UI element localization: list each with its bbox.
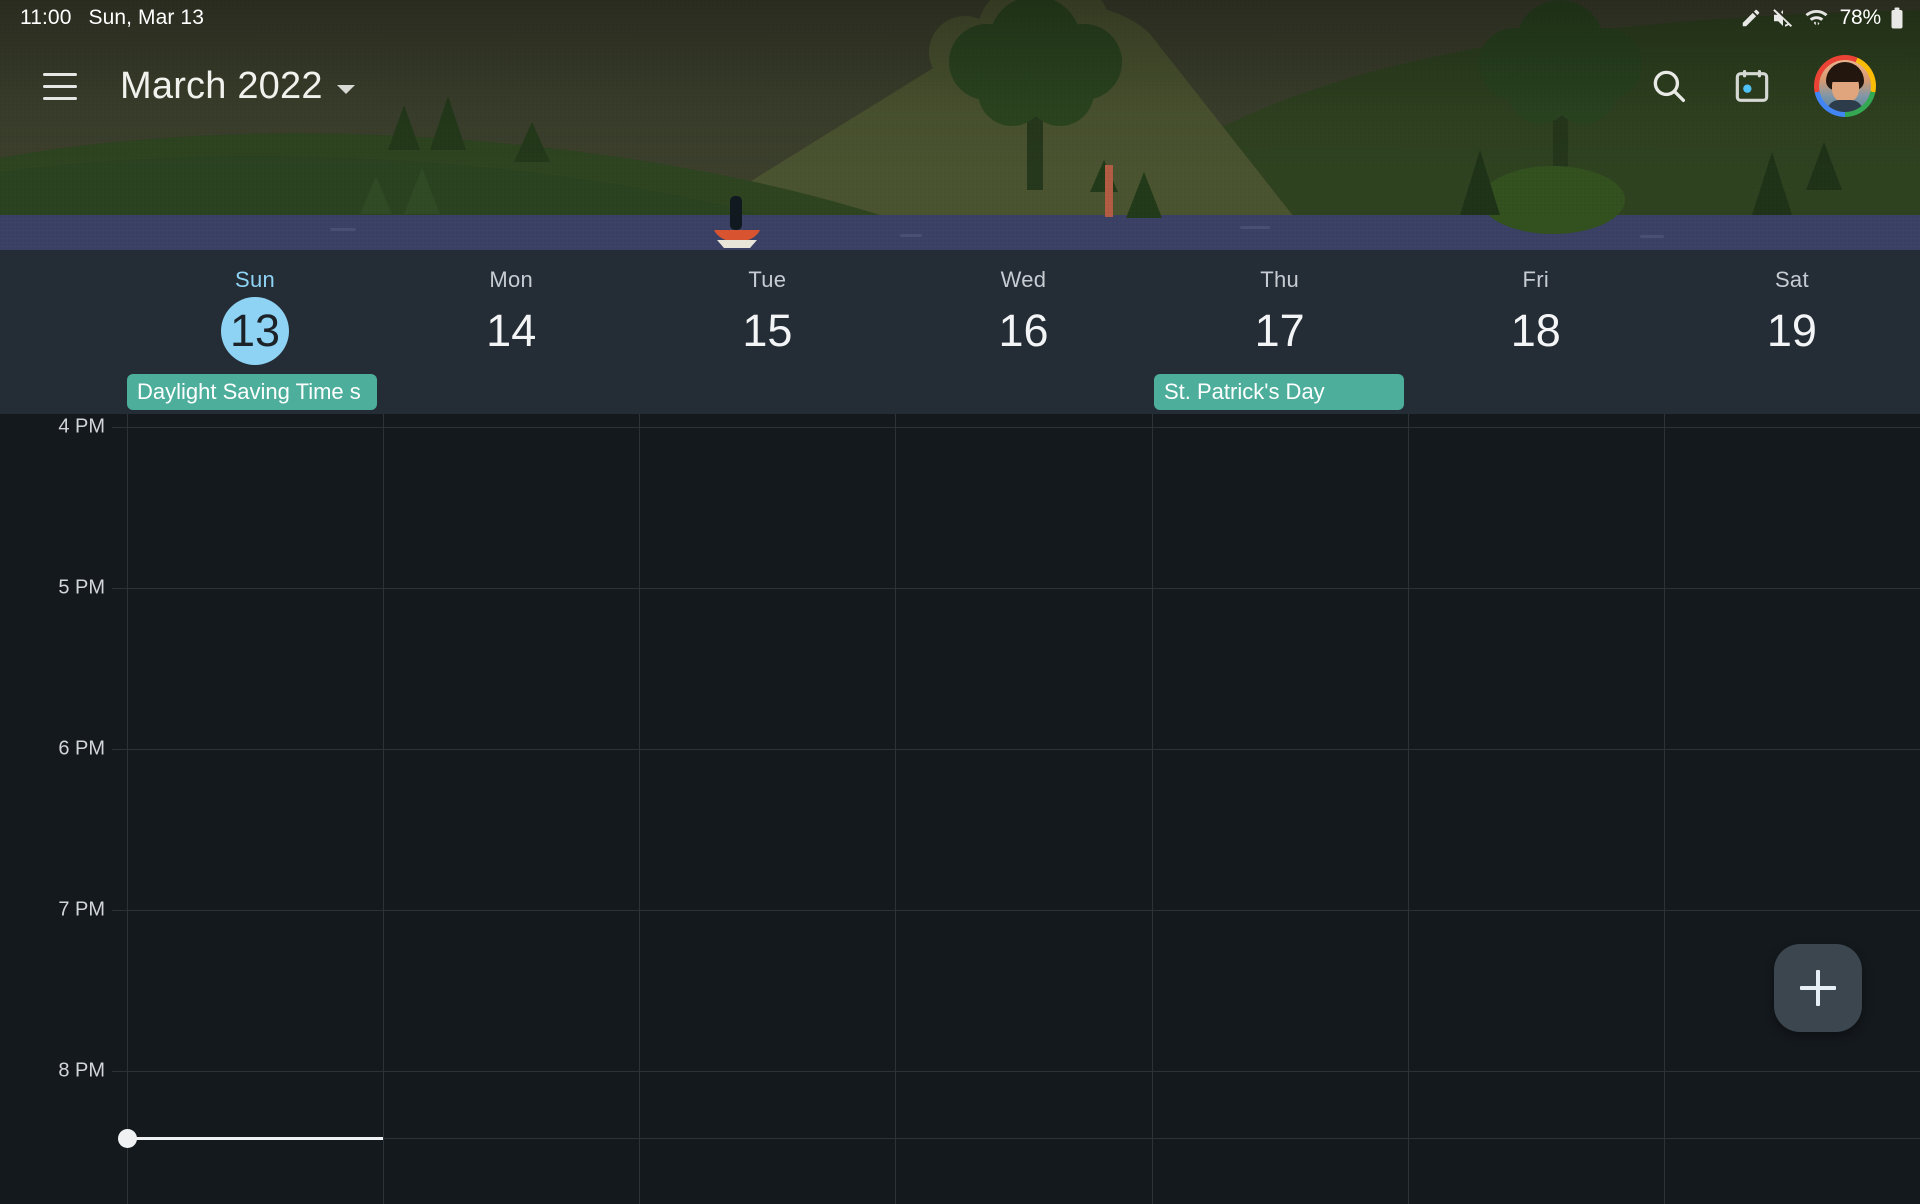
day-number: 18 (1510, 305, 1561, 356)
day-number: 19 (1766, 305, 1817, 356)
day-column-wed[interactable] (895, 414, 1151, 1204)
day-header-mon[interactable]: Mon 14 (383, 250, 639, 414)
day-column-mon[interactable] (383, 414, 639, 1204)
day-of-week-label: Sun (235, 267, 276, 292)
create-event-fab[interactable] (1774, 944, 1862, 1032)
avatar-fringe (1830, 68, 1861, 82)
hour-label: 7 PM (58, 898, 105, 921)
battery-icon (1890, 6, 1904, 30)
avatar-body (1827, 100, 1863, 112)
day-of-week-label: Sat (1774, 267, 1809, 292)
calendar-week-view: 11:00 Sun, Mar 13 78% March 2022 Sun 13 … (0, 0, 1920, 1204)
stylus-icon (1740, 7, 1762, 29)
status-bar: 11:00 Sun, Mar 13 78% (0, 0, 1920, 36)
day-column-fri[interactable] (1407, 414, 1664, 1204)
month-title-button[interactable]: March 2022 (120, 65, 355, 108)
day-header-tue[interactable]: Tue 15 (639, 250, 895, 414)
day-column-sat[interactable] (1663, 414, 1920, 1204)
hamburger-bar (43, 96, 77, 100)
day-number: 16 (998, 305, 1049, 356)
hour-label: 4 PM (58, 415, 105, 438)
day-columns-header: Sun 13 Mon 14 Tue 15 Wed 16 Thu 17 Fri 1… (127, 250, 1920, 414)
day-header-fri[interactable]: Fri 18 (1408, 250, 1664, 414)
search-icon[interactable] (1648, 65, 1690, 107)
chevron-down-icon (336, 84, 355, 94)
battery-percent: 78% (1839, 6, 1882, 29)
app-toolbar: March 2022 (0, 40, 1920, 132)
volume-muted-icon (1771, 6, 1795, 30)
day-number: 17 (1254, 305, 1305, 356)
day-header-sat[interactable]: Sat 19 (1664, 250, 1920, 414)
day-of-week-label: Thu (1260, 267, 1300, 292)
all-day-event-chip[interactable]: St. Patrick's Day (1154, 374, 1404, 410)
day-columns (127, 414, 1920, 1204)
day-column-tue[interactable] (639, 414, 895, 1204)
hour-label: 6 PM (58, 737, 105, 760)
hour-label: 8 PM (58, 1059, 105, 1082)
day-of-week-label: Fri (1522, 267, 1550, 292)
status-bar-right: 78% (1740, 6, 1904, 30)
day-of-week-label: Wed (1000, 267, 1047, 292)
status-bar-left: 11:00 Sun, Mar 13 (20, 6, 204, 30)
day-number: 15 (742, 305, 793, 356)
hamburger-menu-icon[interactable] (32, 58, 88, 114)
calendar-today-icon[interactable] (1732, 66, 1772, 106)
day-number: 13 (221, 297, 290, 365)
day-column-sun[interactable] (127, 414, 383, 1204)
avatar[interactable] (1814, 55, 1876, 117)
day-of-week-label: Mon (489, 267, 534, 292)
status-time: 11:00 (20, 6, 72, 29)
day-of-week-label: Tue (748, 267, 787, 292)
time-gutter: 4 PM 5 PM 6 PM 7 PM 8 PM 9 PM 10 PM 11 P… (0, 414, 127, 1204)
hamburger-bar (43, 84, 77, 88)
day-number: 14 (486, 305, 537, 356)
plus-icon-bar (1800, 986, 1836, 990)
avatar-photo (1819, 60, 1871, 112)
day-column-thu[interactable] (1151, 414, 1408, 1204)
hour-label: 5 PM (58, 576, 105, 599)
wifi-icon (1804, 6, 1829, 30)
day-header-wed[interactable]: Wed 16 (895, 250, 1151, 414)
hamburger-bar (43, 72, 77, 76)
current-time-dot (118, 1129, 137, 1148)
time-grid: 4 PM 5 PM 6 PM 7 PM 8 PM 9 PM 10 PM 11 P… (0, 414, 1920, 1204)
toolbar-actions (1648, 55, 1876, 117)
status-date: Sun, Mar 13 (88, 6, 204, 29)
current-time-line (127, 1137, 383, 1140)
page-title: March 2022 (120, 64, 323, 107)
week-day-header: Sun 13 Mon 14 Tue 15 Wed 16 Thu 17 Fri 1… (0, 250, 1920, 414)
all-day-event-chip[interactable]: Daylight Saving Time s (127, 374, 377, 410)
